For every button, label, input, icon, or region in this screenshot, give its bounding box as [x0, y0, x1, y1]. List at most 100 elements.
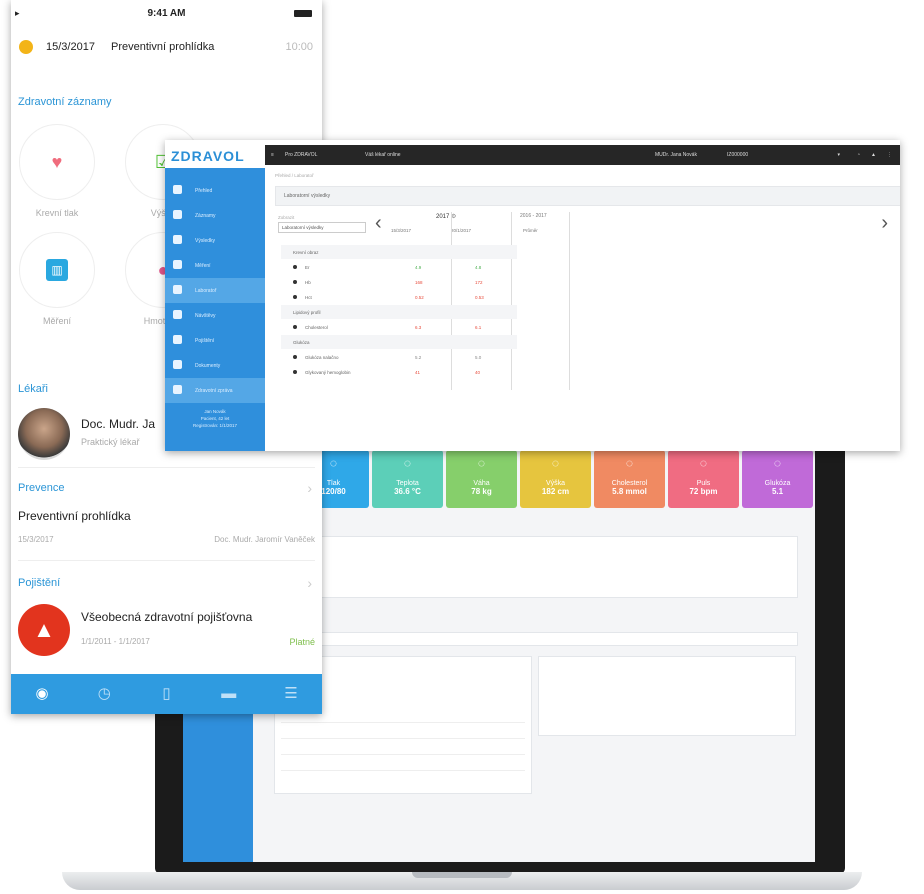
sidebar: Přehled Záznamy Výsledky Měření Laborato…: [165, 168, 265, 451]
year-label[interactable]: 2017 ⚙: [436, 213, 456, 220]
panel-title: Laboratorní výsledky: [275, 186, 900, 206]
summary-tile[interactable]: ◌ Váha 78 kg: [446, 450, 517, 508]
sidebar-footer-line: Pacient, 42 let: [200, 416, 230, 421]
home-icon[interactable]: ◉: [11, 674, 73, 714]
sidebar-label: Výsledky: [195, 238, 216, 244]
insurance-name[interactable]: Všeobecná zdravotní pojišťovna: [81, 610, 252, 624]
chat-icon[interactable]: ▬: [198, 674, 260, 714]
chevron-right-icon[interactable]: ›: [307, 480, 312, 496]
table-group-row[interactable]: Lipidový profil: [281, 305, 517, 319]
chevron-right-icon[interactable]: ›: [307, 575, 312, 591]
tile-value: 72 bpm: [689, 487, 718, 496]
record-blood-pressure[interactable]: ♥: [19, 124, 95, 200]
sidebar-icon: [173, 260, 182, 269]
chart-icon: ▥: [46, 259, 68, 281]
results-select[interactable]: Laboratorní výsledky: [278, 222, 366, 233]
table-row[interactable]: Glukóza nalačno 5.2 5.0: [281, 350, 517, 364]
prevention-date: 15/3/2017: [18, 535, 54, 544]
bell-icon[interactable]: ◔: [857, 152, 860, 158]
insurance-dates: 1/1/2011 - 1/1/2017: [81, 637, 150, 646]
table-row[interactable]: Er 4.9 4.8: [281, 260, 517, 274]
sidebar-item[interactable]: Záznamy: [165, 203, 265, 228]
topbar-id: IZ000000: [727, 152, 749, 158]
row-value: 6.3: [415, 325, 422, 330]
table-group-row[interactable]: Krevní obraz: [281, 245, 517, 259]
book-icon[interactable]: ▯: [135, 674, 197, 714]
chevron-right-icon[interactable]: ›: [881, 212, 888, 235]
app-logo[interactable]: ZDRAVOL: [165, 140, 265, 168]
bullet-icon: [293, 265, 297, 269]
appointment-date: 15/3/2017: [46, 41, 95, 53]
row-name: Hct: [305, 295, 312, 300]
breadcrumb[interactable]: Přehled / Laboratoř: [275, 173, 314, 178]
web-app-window: ZDRAVOL ≡ Pro ZDRAVOL Váš lékař online M…: [165, 140, 900, 451]
record-measurements[interactable]: ▥: [19, 232, 95, 308]
tile-value: 5.8 mmol: [612, 487, 647, 496]
sidebar-item[interactable]: Dokumenty: [165, 353, 265, 378]
sidebar-icon: [173, 285, 182, 294]
topbar-mid-text: Váš lékař online: [365, 152, 401, 158]
sidebar-label: Přehled: [195, 188, 213, 194]
summary-tile[interactable]: ◌ Teplota 36.6 °C: [372, 450, 443, 508]
insurance-status: Platné: [289, 637, 315, 647]
tile-icon: ◌: [329, 456, 338, 470]
doctor-name[interactable]: Doc. Mudr. Ja: [81, 417, 155, 431]
summary-tile[interactable]: ◌ Puls 72 bpm: [668, 450, 739, 508]
row-value: 4.9: [415, 265, 422, 270]
appointment-title: Preventivní prohlídka: [111, 41, 215, 53]
sidebar-icon: [173, 385, 182, 394]
table-group-row[interactable]: Glukóza: [281, 335, 517, 349]
laptop-row: [281, 723, 525, 739]
row-value: 6.1: [475, 325, 482, 330]
sidebar-item[interactable]: Zdravotní zpráva: [165, 378, 265, 403]
sidebar-icon: [173, 185, 182, 194]
tile-icon: ◌: [551, 456, 560, 470]
tile-icon: ◌: [403, 456, 412, 470]
tile-value: 36.6 °C: [394, 487, 421, 496]
prevention-title[interactable]: Preventivní prohlídka: [18, 509, 131, 523]
sidebar-item[interactable]: Výsledky: [165, 228, 265, 253]
summary-tile[interactable]: ◌ Glukóza 5.1: [742, 450, 813, 508]
sidebar-footer-line: Jan Novák: [204, 409, 226, 414]
year-text: 2017: [436, 214, 450, 220]
insurance-section-title: Pojištění: [18, 577, 61, 589]
doctors-section-title: Lékaři: [18, 383, 48, 395]
tile-icon: ◌: [625, 456, 634, 470]
sidebar-item[interactable]: Přehled: [165, 178, 265, 203]
hamburger-icon[interactable]: ≡: [271, 152, 274, 158]
user-icon[interactable]: ▲: [871, 152, 876, 158]
table-row[interactable]: Hb 168 172: [281, 275, 517, 289]
divider: [18, 560, 315, 561]
chevron-left-icon[interactable]: ‹: [375, 212, 382, 235]
laptop-panel: [268, 632, 798, 646]
record-label: Krevní tlak: [35, 208, 79, 218]
topbar-user[interactable]: MUDr. Jana Novák: [655, 152, 697, 158]
row-value: 5.2: [415, 355, 422, 360]
sidebar-item[interactable]: Návštěvy: [165, 303, 265, 328]
summary-tile[interactable]: ◌ Cholesterol 5.8 mmol: [594, 450, 665, 508]
summary-tile[interactable]: ◌ Výška 182 cm: [520, 450, 591, 508]
table-row[interactable]: Cholesterol 6.3 6.1: [281, 320, 517, 334]
table-row[interactable]: Hct 0.52 0.53: [281, 290, 517, 304]
row-name: Glukóza nalačno: [305, 355, 339, 360]
sidebar-item-active[interactable]: Laboratoř: [165, 278, 265, 303]
tile-label: Váha: [473, 480, 490, 487]
more-icon[interactable]: ⋮: [887, 152, 892, 158]
table-row[interactable]: Glykovaný hemoglobin 41 40: [281, 365, 517, 379]
sidebar-item[interactable]: Měření: [165, 253, 265, 278]
sidebar-label: Měření: [195, 263, 211, 269]
row-value: 4.8: [475, 265, 482, 270]
dropdown-icon[interactable]: ▾: [837, 152, 840, 158]
sidebar-label: Dokumenty: [195, 363, 221, 369]
row-name: Glykovaný hemoglobin: [305, 370, 351, 375]
group-name: Glukóza: [293, 340, 310, 345]
select-label: Zobrazit: [278, 215, 295, 220]
menu-icon[interactable]: ☰: [260, 674, 322, 714]
appointment-row[interactable]: 15/3/2017 Preventivní prohlídka 10:00: [19, 38, 315, 58]
tab-bar: ◉ ◷ ▯ ▬ ☰: [11, 674, 322, 714]
tile-value: 182 cm: [541, 487, 570, 496]
history-icon[interactable]: ◷: [73, 674, 135, 714]
doctor-avatar: [18, 408, 70, 460]
appointment-time: 10:00: [285, 41, 313, 53]
sidebar-item[interactable]: Pojištění: [165, 328, 265, 353]
